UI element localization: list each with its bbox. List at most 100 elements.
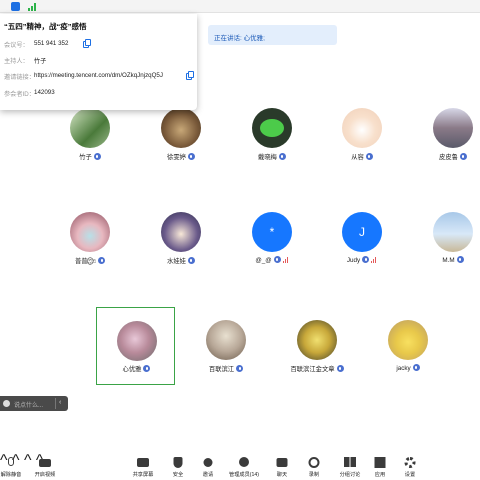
breakout-rooms-label: 分组讨论 — [339, 472, 361, 478]
mute-button[interactable]: 解除静音 — [0, 455, 22, 480]
participant-tile[interactable]: 从容 — [317, 104, 407, 184]
invite-link-value[interactable]: https://meeting.tencent.com/dm/OZkqJnjzq… — [34, 72, 163, 79]
participant-tile[interactable]: 戴晓梅 — [227, 104, 317, 184]
mic-muted-icon — [143, 365, 151, 372]
participant-name: jacky — [363, 364, 453, 372]
meeting-id-value: 551 941 352 — [34, 40, 69, 47]
participant-name-text: 百联滨江 — [208, 366, 235, 373]
avatar — [70, 108, 110, 148]
participant-tile[interactable]: 徐雯婷 — [136, 104, 226, 184]
participant-tile-active[interactable]: 心优雅 — [96, 307, 175, 385]
manage-participants-label: 管理成员(14) — [229, 472, 259, 478]
chat-placeholder[interactable]: 说点什么... — [14, 400, 43, 409]
mic-muted-icon — [93, 153, 101, 160]
apps-button[interactable]: 应用 — [370, 455, 390, 480]
copy-icon[interactable] — [83, 39, 91, 48]
title-bar — [0, 0, 480, 13]
participant-name: M.M — [408, 256, 480, 264]
participant-name: 竹子 — [45, 152, 135, 161]
shield-icon[interactable] — [11, 2, 20, 11]
participant-name-text: 皮皮鲁 — [439, 154, 458, 161]
mic-muted-icon — [187, 257, 195, 264]
mic-muted-icon — [365, 153, 373, 160]
participant-name: 普普ෆ͙̈⃝ෆ — [45, 256, 135, 266]
avatar — [342, 108, 382, 148]
mic-muted-icon — [273, 256, 281, 263]
speaking-banner: 正在讲话: 心优雅; — [208, 25, 337, 45]
share-screen-button[interactable]: 共享屏幕 — [130, 455, 156, 480]
video-off-icon — [39, 459, 51, 467]
manage-participants-button[interactable]: 管理成员(14) — [226, 455, 262, 480]
participant-tile[interactable]: 普普ෆ͙̈⃝ෆ — [45, 208, 135, 288]
participant-name: 戴晓梅 — [227, 152, 317, 161]
participant-name: Judy — [317, 256, 407, 264]
volume-bars-icon — [282, 257, 289, 263]
mic-muted-icon — [362, 256, 370, 263]
emoji-icon[interactable] — [3, 400, 10, 407]
participant-name-text: jacky — [396, 365, 411, 372]
mic-muted-icon — [336, 365, 344, 372]
users-icon — [239, 457, 249, 467]
participant-name: 百联滨江 — [181, 364, 271, 373]
meeting-info-popup: “五四”精神，战“疫”感悟 会议号： 551 941 352 主持人： 竹子 邀… — [0, 14, 197, 110]
participant-tile[interactable]: * @_@ — [227, 208, 317, 288]
avatar — [252, 108, 292, 148]
participant-tile[interactable]: J Judy — [317, 208, 407, 288]
participant-tile[interactable]: 百联滨江金文章 — [272, 316, 362, 396]
participant-tile[interactable]: jacky — [363, 316, 453, 396]
record-button[interactable]: 录制 — [304, 455, 324, 480]
breakout-rooms-button[interactable]: 分组讨论 — [336, 455, 364, 480]
security-button[interactable]: 安全 — [168, 455, 188, 480]
avatar — [297, 320, 337, 360]
invite-button[interactable]: 邀请 — [198, 455, 218, 480]
breakout-rooms-icon — [344, 457, 356, 467]
share-screen-icon — [137, 458, 149, 467]
settings-button[interactable]: 设置 — [400, 455, 420, 480]
avatar — [117, 321, 157, 361]
mic-muted-icon — [98, 257, 106, 264]
mic-muted-icon — [236, 365, 244, 372]
host-label: 主持人： — [4, 58, 29, 65]
participant-id-label: 参会者ID： — [4, 91, 35, 98]
avatar-initial: * — [252, 212, 292, 252]
participant-name-text: 从容 — [351, 154, 364, 161]
mic-muted-icon — [278, 153, 286, 160]
host-value: 竹子 — [34, 58, 47, 65]
bottom-toolbar: 解除静音 ^ 开启视频 ^ 共享屏幕 ^ 安全 邀请 管理成员(14) 聊天 录… — [0, 452, 480, 480]
participant-name: 百联滨江金文章 — [272, 364, 362, 373]
chat-button[interactable]: 聊天 — [272, 455, 292, 480]
chat-label: 聊天 — [276, 472, 288, 478]
participant-tile[interactable]: 水娃娃 — [136, 208, 226, 288]
participant-name-text: M.M — [442, 257, 455, 264]
copy-icon[interactable] — [186, 71, 194, 80]
video-label: 开启视频 — [34, 472, 56, 478]
participant-name-text: 徐雯婷 — [167, 154, 186, 161]
participant-tile[interactable]: 百联滨江 — [181, 316, 271, 396]
mic-muted-icon — [187, 153, 195, 160]
share-screen-label: 共享屏幕 — [132, 472, 154, 478]
participant-id-value: 142093 — [34, 89, 55, 96]
participant-name-text: @_@ — [255, 257, 272, 264]
add-user-icon — [203, 458, 213, 467]
participant-tile[interactable]: 竹子 — [45, 104, 135, 184]
participant-name: @_@ — [227, 256, 317, 264]
participant-name-text: 水娃娃 — [167, 258, 186, 265]
avatar — [161, 108, 201, 148]
participant-name: 徐雯婷 — [136, 152, 226, 161]
mic-muted-icon — [456, 256, 464, 263]
volume-bars-icon — [371, 257, 377, 263]
avatar — [70, 212, 110, 252]
signal-icon[interactable] — [28, 2, 37, 11]
participant-name: 从容 — [317, 152, 407, 161]
participant-tile[interactable]: 皮皮鲁 — [408, 104, 480, 184]
chat-input-bar[interactable]: 说点什么... ‹ — [0, 396, 68, 411]
settings-label: 设置 — [404, 472, 416, 478]
participant-name-text: 竹子 — [79, 154, 92, 161]
participant-tile[interactable]: M.M — [408, 208, 480, 288]
participant-name: 心优雅 — [97, 364, 176, 373]
apps-icon — [374, 457, 386, 468]
participant-name-text: 戴晓梅 — [258, 154, 277, 161]
record-icon — [308, 457, 320, 468]
video-button[interactable]: 开启视频 — [31, 455, 59, 480]
chevron-left-icon[interactable]: ‹ — [59, 399, 61, 406]
